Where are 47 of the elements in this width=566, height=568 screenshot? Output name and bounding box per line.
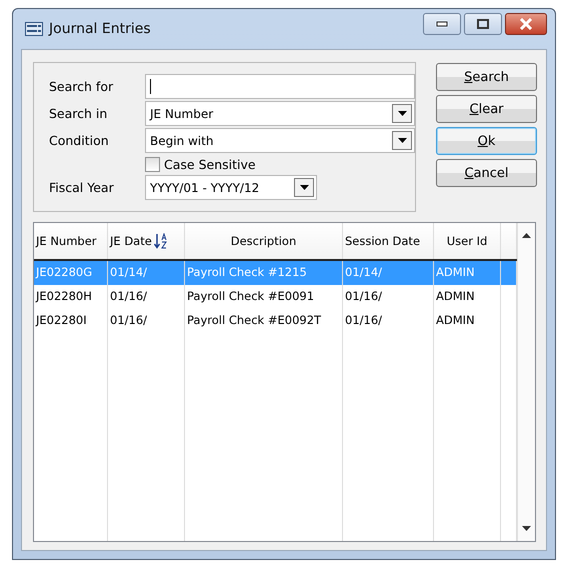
table-cell: 01/16/ bbox=[108, 285, 185, 309]
dialog-button[interactable]: Search bbox=[436, 63, 537, 91]
dialog-button[interactable]: Ok bbox=[436, 127, 537, 155]
close-button[interactable] bbox=[505, 13, 547, 35]
scroll-down-icon[interactable] bbox=[522, 526, 531, 531]
scroll-up-icon[interactable] bbox=[522, 233, 531, 238]
field-label: Search in bbox=[49, 106, 108, 121]
table-cell: 01/16/ bbox=[343, 285, 434, 309]
column-header[interactable]: User Id bbox=[434, 223, 501, 259]
table-cell: Payroll Check #E0092T bbox=[185, 309, 343, 333]
field-label: Fiscal Year bbox=[49, 180, 115, 195]
maximize-button[interactable] bbox=[464, 13, 502, 35]
column-header[interactable]: JE Number bbox=[34, 223, 108, 259]
scrollbar[interactable] bbox=[517, 223, 535, 541]
table-cell: 01/14/ bbox=[108, 261, 185, 285]
minimize-icon bbox=[436, 21, 448, 27]
column-header[interactable]: Description bbox=[185, 223, 343, 259]
column-header[interactable]: Session Date bbox=[343, 223, 434, 259]
table-cell: JE02280I bbox=[34, 309, 108, 333]
close-icon bbox=[519, 18, 533, 30]
table-cell: JE02280H bbox=[34, 285, 108, 309]
checkbox[interactable] bbox=[145, 156, 160, 172]
sort-icon bbox=[154, 233, 168, 249]
dialog-button[interactable]: Cancel bbox=[436, 159, 537, 187]
fiscal-year-dropdown[interactable]: YYYY/01 - YYYY/12 bbox=[145, 175, 317, 200]
table-cell: 01/14/ bbox=[343, 261, 434, 285]
table-cell: 01/16/ bbox=[343, 309, 434, 333]
field-label: Search for bbox=[49, 79, 114, 94]
field-label: Condition bbox=[49, 133, 110, 148]
table-cell: Payroll Check #1215 bbox=[185, 261, 343, 285]
column-header[interactable]: JE Date bbox=[108, 223, 185, 259]
empty-column-header bbox=[501, 223, 517, 259]
minimize-button[interactable] bbox=[423, 13, 461, 35]
table-cell: ADMIN bbox=[434, 261, 501, 285]
table-cell: ADMIN bbox=[434, 309, 501, 333]
search-in-dropdown[interactable]: JE Number bbox=[145, 101, 415, 126]
table-cell: Payroll Check #E0091 bbox=[185, 285, 343, 309]
window-icon bbox=[25, 22, 43, 36]
dialog-button[interactable]: Clear bbox=[436, 95, 537, 123]
table-cell: 01/16/ bbox=[108, 309, 185, 333]
maximize-icon bbox=[477, 19, 489, 29]
checkbox-label: Case Sensitive bbox=[164, 156, 256, 172]
table-cell: JE02280G bbox=[34, 261, 108, 285]
condition-dropdown[interactable]: Begin with bbox=[145, 128, 415, 153]
window-title: Journal Entries bbox=[49, 21, 151, 37]
table-cell: ADMIN bbox=[434, 285, 501, 309]
search-field[interactable] bbox=[145, 74, 415, 99]
